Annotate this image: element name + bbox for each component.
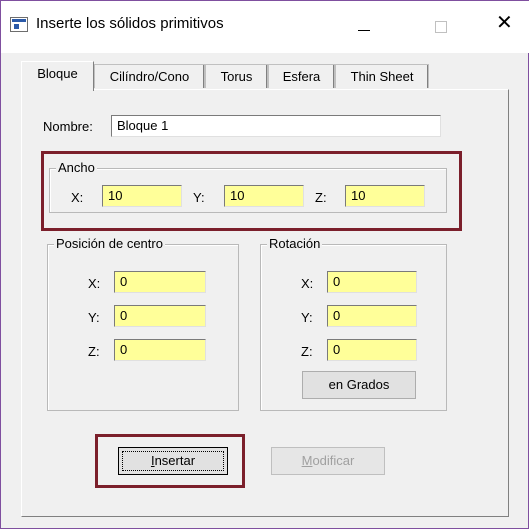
- ancho-z-input[interactable]: 10: [345, 185, 425, 207]
- close-button[interactable]: ✕: [484, 1, 530, 53]
- rotacion-x-label: X:: [301, 276, 314, 291]
- posicion-y-input[interactable]: 0: [114, 305, 206, 327]
- modificar-label: odificar: [312, 453, 355, 468]
- ancho-x-label: X:: [71, 190, 84, 205]
- minimize-icon: [358, 30, 370, 31]
- close-icon: ✕: [496, 10, 513, 34]
- ancho-x-input[interactable]: 10: [102, 185, 182, 207]
- tab-bloque[interactable]: Bloque: [21, 61, 94, 91]
- ancho-z-label: Z:: [315, 190, 327, 205]
- insertar-button[interactable]: Insertar: [118, 447, 228, 475]
- window-title: Inserte los sólidos primitivos: [36, 15, 224, 32]
- rotacion-y-label: Y:: [301, 310, 313, 325]
- posicion-x-input[interactable]: 0: [114, 271, 206, 293]
- posicion-z-label: Z:: [88, 344, 100, 359]
- modificar-mnemonic: M: [301, 453, 313, 468]
- dialog-window: Inserte los sólidos primitivos ✕ Bloque …: [0, 0, 530, 529]
- rotacion-x-input[interactable]: 0: [327, 271, 417, 293]
- rotacion-z-label: Z:: [301, 344, 313, 359]
- tab-thin-sheet[interactable]: Thin Sheet: [335, 64, 429, 88]
- modificar-button[interactable]: Modificar: [271, 447, 385, 475]
- tab-esfera[interactable]: Esfera: [268, 64, 335, 88]
- rotacion-y-input[interactable]: 0: [327, 305, 417, 327]
- app-icon: [10, 17, 28, 32]
- posicion-x-label: X:: [88, 276, 101, 291]
- focus-rectangle: [122, 451, 224, 471]
- ancho-y-label: Y:: [193, 190, 205, 205]
- ancho-group-title: Ancho: [56, 160, 97, 175]
- maximize-icon: [435, 21, 447, 33]
- nombre-input[interactable]: Bloque 1: [111, 115, 441, 137]
- maximize-button[interactable]: [418, 1, 464, 53]
- minimize-button[interactable]: [341, 1, 387, 53]
- tab-torus[interactable]: Torus: [205, 64, 268, 88]
- rotacion-z-input[interactable]: 0: [327, 339, 417, 361]
- posicion-group-title: Posición de centro: [54, 236, 165, 251]
- posicion-group: Posición de centro: [47, 236, 239, 411]
- en-grados-button[interactable]: en Grados: [302, 371, 416, 399]
- posicion-z-input[interactable]: 0: [114, 339, 206, 361]
- title-bar[interactable]: Inserte los sólidos primitivos ✕: [1, 1, 530, 53]
- ancho-y-input[interactable]: 10: [224, 185, 304, 207]
- tab-cilindro-cono[interactable]: Cilíndro/Cono: [94, 64, 205, 88]
- nombre-label: Nombre:: [43, 119, 93, 134]
- posicion-y-label: Y:: [88, 310, 100, 325]
- rotacion-group-title: Rotación: [267, 236, 323, 251]
